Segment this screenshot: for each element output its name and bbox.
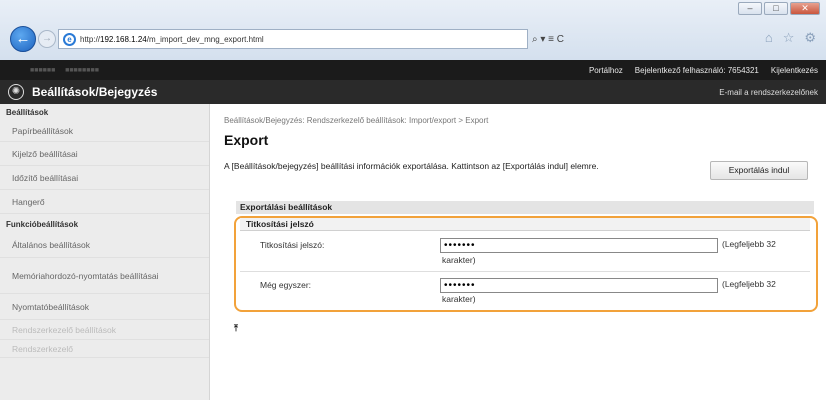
- confirm-password-input[interactable]: [440, 278, 718, 293]
- sidebar-item-media-print[interactable]: Memóriahordozó-nyomtatás beállításai: [0, 258, 209, 294]
- confirm-password-row: Még egyszer: (Legfeljebb 32 karakter): [240, 272, 810, 310]
- section-title: Beállítások/Bejegyzés: [32, 85, 158, 99]
- top-header: ■■■■■■ ■■■■■■■■ Portálhoz Bejelentkező f…: [0, 60, 826, 80]
- address-bar[interactable]: e http://192.168.1.24/m_import_dev_mng_e…: [58, 29, 528, 49]
- portal-link[interactable]: Portálhoz: [589, 66, 623, 75]
- confirm-password-hint-cont: karakter): [442, 294, 476, 304]
- confirm-password-label: Még egyszer:: [260, 280, 312, 290]
- start-export-button[interactable]: Exportálás indul: [710, 161, 808, 180]
- password-hint: (Legfeljebb 32: [722, 239, 776, 249]
- close-button[interactable]: ✕: [790, 2, 820, 15]
- browser-chrome: – □ ✕ ← → e http://192.168.1.24/m_import…: [0, 0, 826, 60]
- export-settings-header: Exportálási beállítások: [236, 201, 814, 214]
- header-links: Portálhoz Bejelentkező felhasználó: 7654…: [589, 66, 818, 75]
- breadcrumb: Beállítások/Bejegyzés: Rendszerkezelő be…: [224, 116, 489, 125]
- password-label: Titkosítási jelszó:: [260, 240, 325, 250]
- password-subheader: Titkosítási jelszó: [240, 218, 810, 231]
- sidebar-item-admin-settings: Rendszerkezelő beállítások: [0, 320, 209, 340]
- favorites-icon[interactable]: ☆: [783, 30, 795, 46]
- sidebar-item-paper[interactable]: Papírbeállítások: [0, 120, 209, 142]
- back-to-top-icon[interactable]: ⤒: [234, 323, 238, 334]
- sidebar-head-functions: Funkcióbeállítások: [6, 220, 79, 229]
- settings-titlebar: ✺ Beállítások/Bejegyzés E-mail a rendsze…: [0, 80, 826, 104]
- sidebar-head-settings: Beállítások: [6, 108, 49, 117]
- browser-toolbar: ⌂ ☆ ⚙: [765, 30, 816, 46]
- main-content: Beállítások/Bejegyzés: Rendszerkezelő be…: [210, 104, 826, 400]
- window-controls: – □ ✕: [738, 2, 820, 15]
- device-info-redacted: ■■■■■■ ■■■■■■■■: [30, 66, 99, 74]
- forward-button[interactable]: →: [38, 30, 56, 48]
- url-text: http://192.168.1.24/m_import_dev_mng_exp…: [80, 34, 264, 44]
- password-row: Titkosítási jelszó: (Legfeljebb 32 karak…: [240, 232, 810, 272]
- maximize-button[interactable]: □: [764, 2, 788, 15]
- address-actions-icons[interactable]: ⌕ ▾ ≡ C: [532, 34, 564, 45]
- sidebar: Beállítások Papírbeállítások Kijelző beá…: [0, 104, 210, 400]
- sidebar-item-printer[interactable]: Nyomtatóbeállítások: [0, 294, 209, 320]
- password-hint-cont: karakter): [442, 255, 476, 265]
- logout-link[interactable]: Kijelentkezés: [771, 66, 818, 75]
- logged-in-user: Bejelentkező felhasználó: 7654321: [634, 65, 759, 75]
- tools-gear-icon[interactable]: ⚙: [804, 30, 816, 46]
- sidebar-item-display[interactable]: Kijelző beállításai: [0, 142, 209, 166]
- sidebar-item-admin: Rendszerkezelő: [0, 340, 209, 358]
- back-button[interactable]: ←: [10, 26, 36, 52]
- password-input[interactable]: [440, 238, 718, 253]
- page-icon: e: [63, 32, 76, 46]
- settings-gear-icon: ✺: [8, 84, 24, 100]
- sidebar-item-timer[interactable]: Időzítő beállításai: [0, 166, 209, 190]
- confirm-password-hint: (Legfeljebb 32: [722, 279, 776, 289]
- sidebar-item-volume[interactable]: Hangerő: [0, 190, 209, 214]
- address-actions[interactable]: ⌕ ▾ ≡ C: [530, 29, 690, 49]
- page-description: A [Beállítások/bejegyzés] beállítási inf…: [224, 161, 599, 171]
- mail-admin-link[interactable]: E-mail a rendszerkezelőnek: [719, 88, 818, 97]
- home-icon[interactable]: ⌂: [765, 30, 773, 46]
- minimize-button[interactable]: –: [738, 2, 762, 15]
- page-title: Export: [224, 132, 269, 148]
- sidebar-item-general[interactable]: Általános beállítások: [0, 232, 209, 258]
